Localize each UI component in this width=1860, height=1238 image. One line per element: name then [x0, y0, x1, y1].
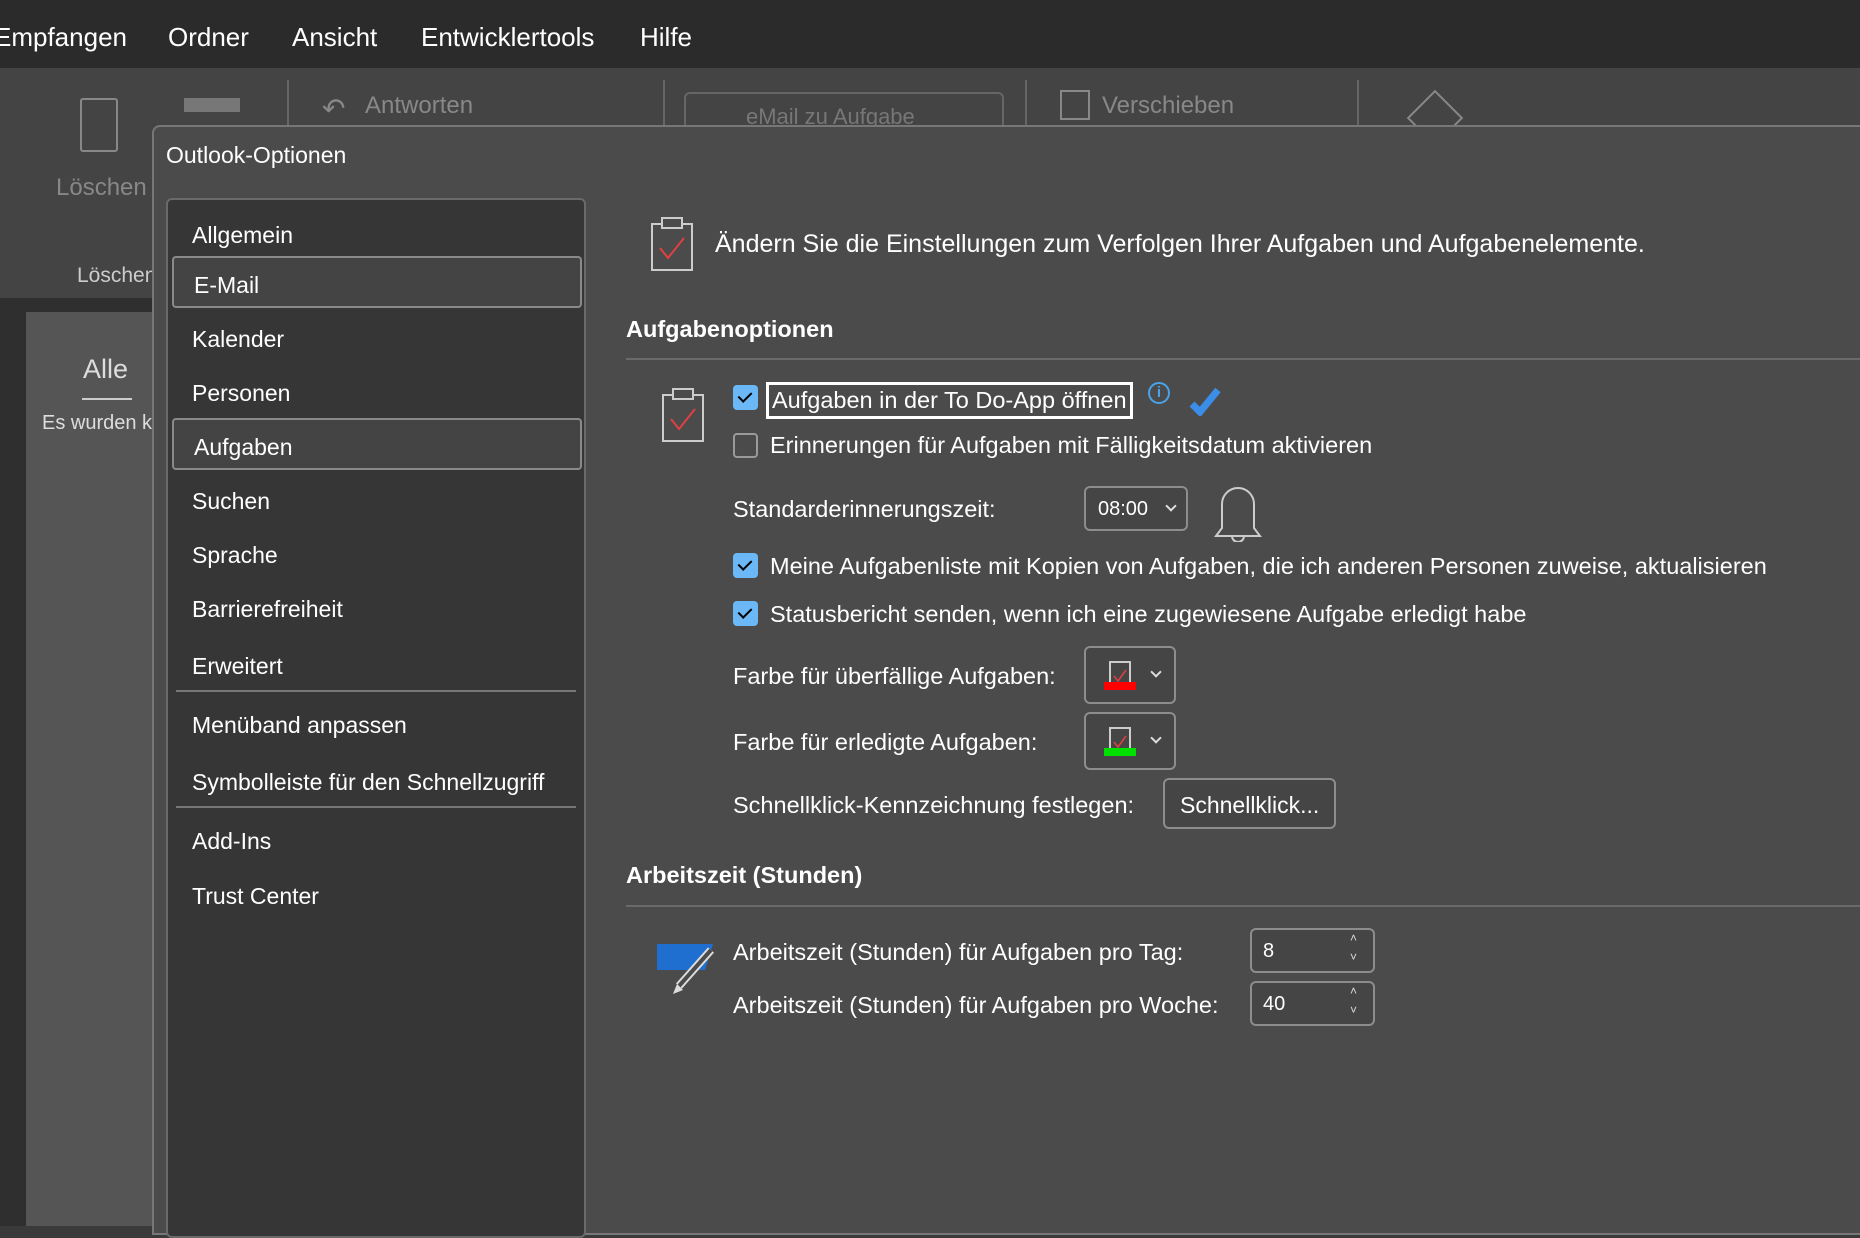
nav-aufgaben[interactable]: Aufgaben — [172, 418, 582, 470]
divider — [626, 905, 1860, 907]
nav-barrierefreiheit[interactable]: Barrierefreiheit — [172, 582, 582, 634]
empty-list-text: Es wurden k — [42, 412, 153, 434]
reminder-time-value: 08:00 — [1098, 498, 1149, 520]
update-list-checkbox[interactable] — [733, 553, 758, 578]
task-options-heading: Aufgabenoptionen — [626, 316, 834, 342]
nav-allgemein[interactable]: Allgemein — [172, 208, 582, 260]
nav-email[interactable]: E-Mail — [172, 256, 582, 308]
divider — [626, 358, 1860, 360]
nav-erweitert[interactable]: Erweitert — [172, 639, 582, 691]
chevron-down-icon — [1150, 666, 1162, 678]
options-nav: Allgemein E-Mail Kalender Personen Aufga… — [166, 198, 586, 1238]
overdue-color-select[interactable] — [1084, 646, 1176, 704]
nav-suchen[interactable]: Suchen — [172, 474, 582, 526]
archive-icon — [184, 98, 240, 112]
nav-addins[interactable]: Add-Ins — [172, 814, 582, 866]
nav-sprache[interactable]: Sprache — [172, 528, 582, 580]
work-hours-heading: Arbeitszeit (Stunden) — [626, 862, 863, 888]
nav-divider — [176, 806, 576, 808]
open-todo-label[interactable]: Aufgaben in der To Do-App öffnen — [766, 382, 1133, 419]
reminders-label[interactable]: Erinnerungen für Aufgaben mit Fälligkeit… — [770, 432, 1372, 459]
message-list: Alle Es wurden k — [26, 312, 152, 1226]
quickclick-button[interactable]: Schnellklick... — [1163, 778, 1336, 829]
dialog-title: Outlook-Optionen — [166, 142, 347, 168]
spin-up-icon[interactable]: ˄ — [1350, 931, 1357, 945]
delete-group-label: Löschen — [77, 264, 157, 287]
nav-divider — [176, 690, 576, 692]
reply-arrow-icon: ↶ — [322, 93, 346, 124]
pencil-edit-icon — [657, 944, 714, 994]
per-day-spinbox[interactable]: 8 ˄ ˅ — [1250, 928, 1375, 973]
move-button[interactable]: Verschieben — [1102, 92, 1234, 120]
completed-color-select[interactable] — [1084, 712, 1176, 770]
move-icon — [1060, 90, 1090, 120]
nav-kalender[interactable]: Kalender — [172, 312, 582, 364]
menu-ansicht[interactable]: Ansicht — [292, 22, 377, 53]
clipboard-color-icon — [1104, 661, 1136, 690]
quickclick-button-label: Schnellklick... — [1180, 792, 1320, 818]
per-week-spinbox[interactable]: 40 ˄ ˅ — [1250, 981, 1375, 1026]
menu-entwicklertools[interactable]: Entwicklertools — [421, 22, 594, 53]
nav-personen[interactable]: Personen — [172, 366, 582, 418]
delete-button[interactable]: Löschen — [56, 174, 147, 202]
per-week-label: Arbeitszeit (Stunden) für Aufgaben pro W… — [733, 992, 1219, 1018]
bell-icon — [1214, 487, 1262, 542]
completed-color-label: Farbe für erledigte Aufgaben: — [733, 729, 1038, 755]
status-report-checkbox[interactable] — [733, 601, 758, 626]
per-day-value: 8 — [1263, 940, 1275, 962]
per-day-label: Arbeitszeit (Stunden) für Aufgaben pro T… — [733, 939, 1184, 965]
reminders-checkbox[interactable] — [733, 433, 758, 458]
spin-down-icon[interactable]: ˅ — [1350, 1003, 1357, 1017]
intro-text: Ändern Sie die Einstellungen zum Verfolg… — [715, 230, 1645, 258]
info-icon[interactable]: i — [1148, 382, 1170, 404]
menu-hilfe[interactable]: Hilfe — [640, 22, 692, 53]
clipboard-check-icon — [651, 217, 693, 271]
trash-icon — [80, 98, 118, 152]
update-list-label[interactable]: Meine Aufgabenliste mit Kopien von Aufga… — [770, 553, 1767, 580]
todo-app-icon — [1189, 387, 1221, 416]
overdue-color-label: Farbe für überfällige Aufgaben: — [733, 663, 1056, 689]
menu-bar: Empfangen Ordner Ansicht Entwicklertools… — [0, 0, 1860, 68]
per-week-value: 40 — [1263, 993, 1286, 1015]
reminder-time-select[interactable]: 08:00 — [1084, 486, 1188, 531]
menu-ordner[interactable]: Ordner — [168, 22, 249, 53]
clipboard-check-icon — [662, 388, 704, 442]
clipboard-color-icon — [1104, 727, 1136, 756]
nav-symbolleiste[interactable]: Symbolleiste für den Schnellzugriff — [172, 755, 582, 807]
spin-up-icon[interactable]: ˄ — [1350, 984, 1357, 998]
filter-all-tab[interactable]: Alle — [83, 354, 128, 385]
open-todo-checkbox[interactable] — [733, 385, 758, 410]
chevron-down-icon — [1165, 500, 1177, 512]
chevron-down-icon — [1150, 732, 1162, 744]
reply-button[interactable]: Antworten — [365, 92, 473, 120]
status-report-label[interactable]: Statusbericht senden, wenn ich eine zuge… — [770, 601, 1526, 628]
menu-empfangen[interactable]: Empfangen — [0, 22, 127, 53]
quickclick-label: Schnellklick-Kennzeichnung festlegen: — [733, 792, 1135, 818]
nav-menueband[interactable]: Menüband anpassen — [172, 698, 582, 750]
spin-down-icon[interactable]: ˅ — [1350, 950, 1357, 964]
default-reminder-label: Standarderinnerungszeit: — [733, 496, 996, 522]
nav-trust-center[interactable]: Trust Center — [172, 869, 582, 921]
